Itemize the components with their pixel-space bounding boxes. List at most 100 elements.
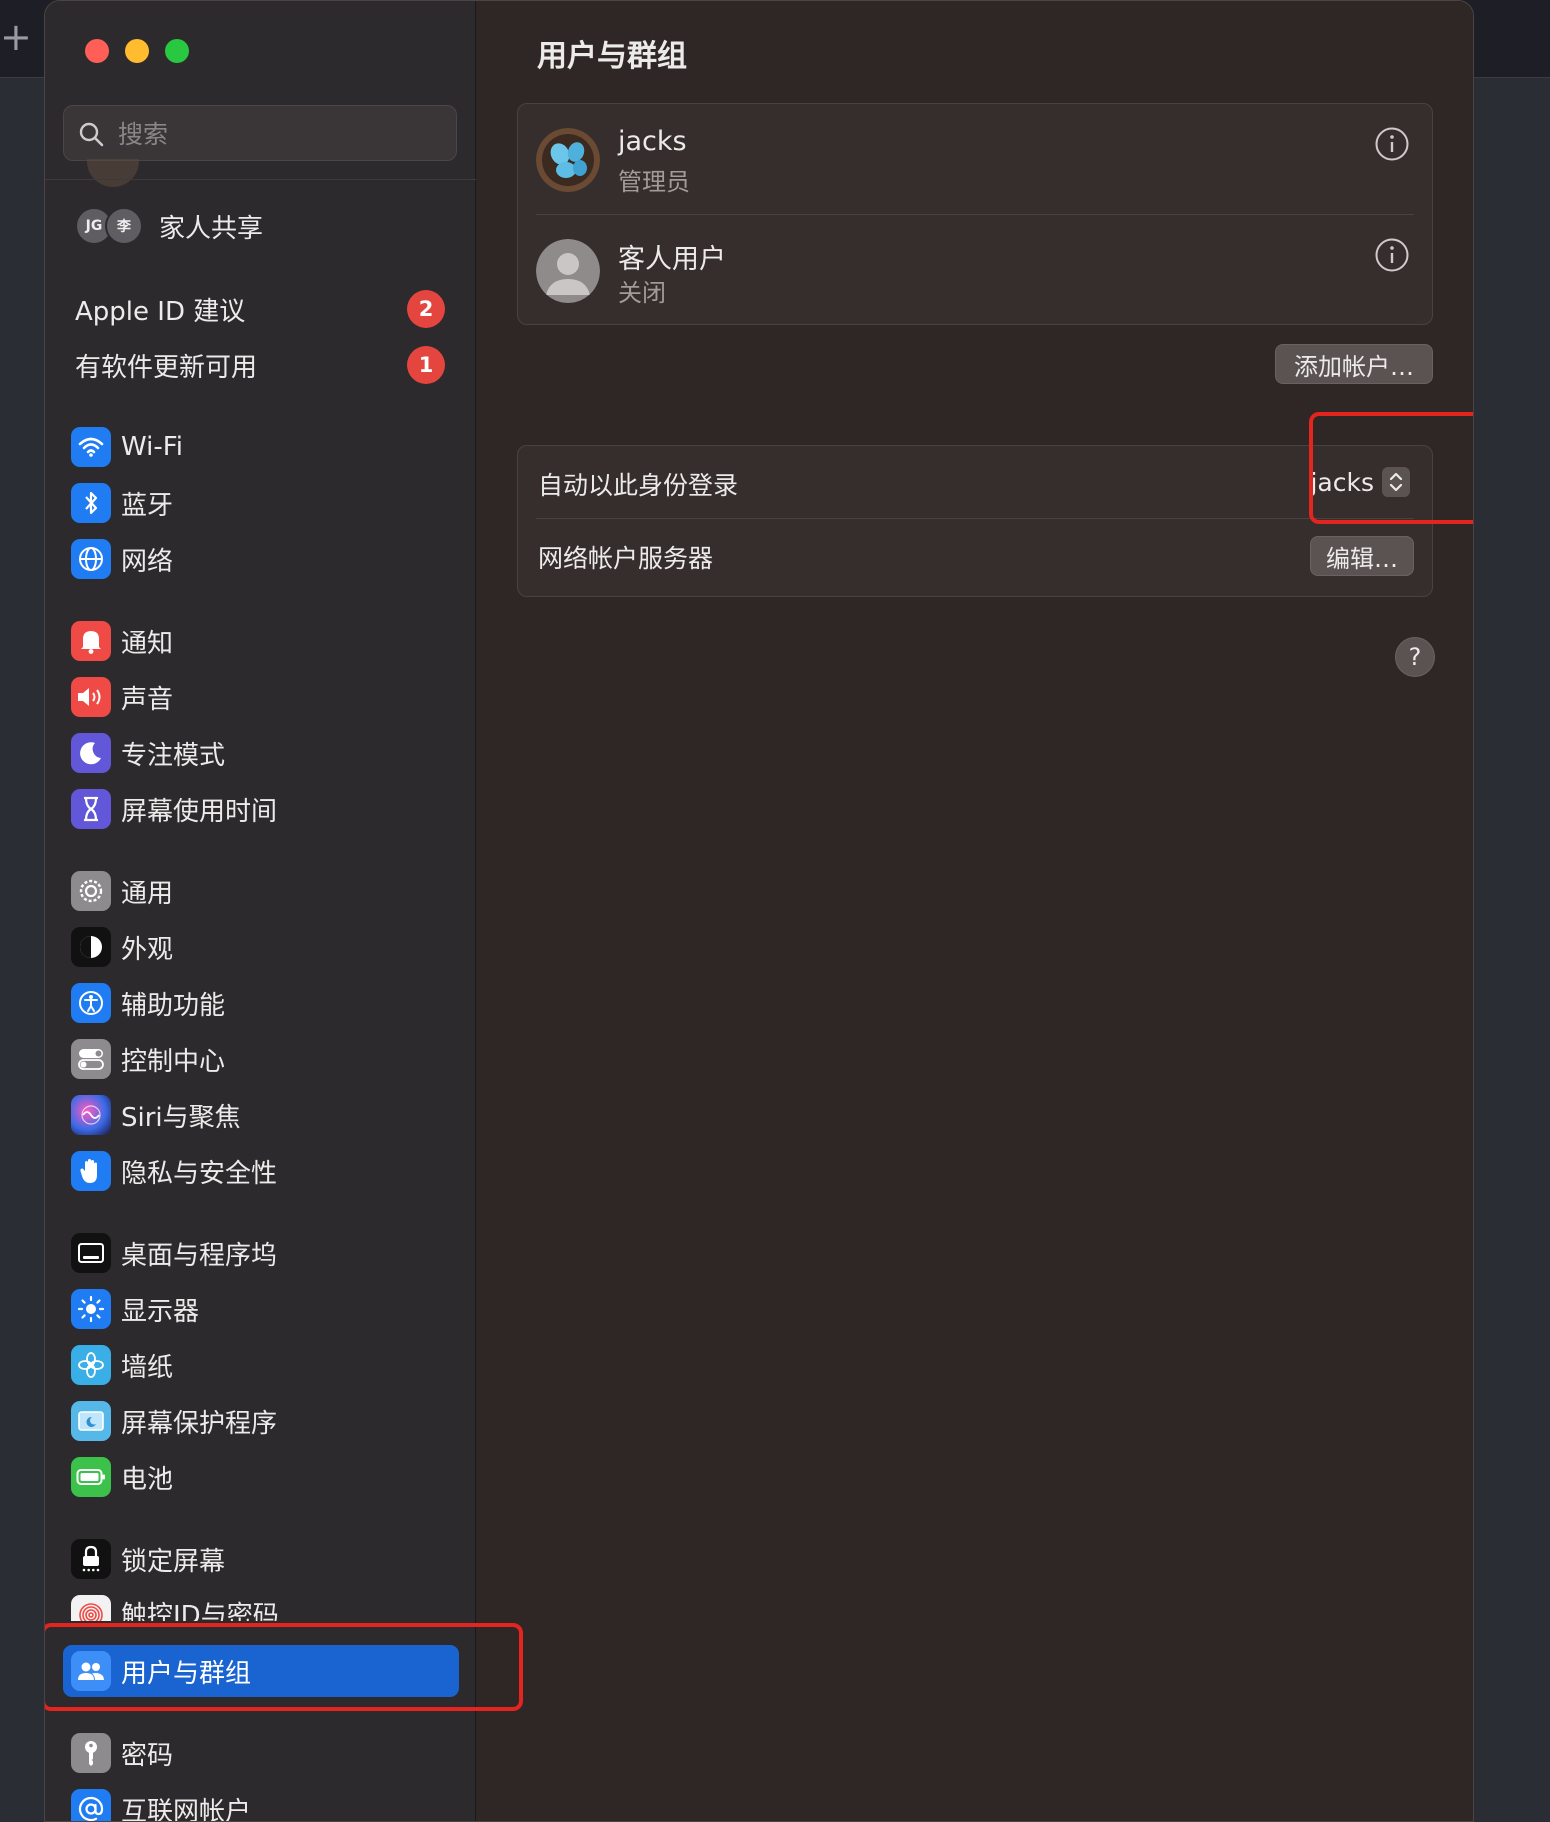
sidebar-item-label: Wi-Fi [121, 432, 184, 462]
bell-icon [71, 621, 111, 661]
auto-login-popup[interactable]: jacks [1310, 462, 1410, 502]
account-avatar[interactable] [87, 159, 139, 187]
user-row-admin[interactable]: jacks 管理员 [518, 104, 1432, 214]
sidebar-item-siri-spotlight[interactable]: Siri与聚焦 [63, 1089, 459, 1141]
plus-icon[interactable]: + [0, 18, 32, 56]
minimize-button[interactable] [125, 39, 149, 63]
auto-login-value: jacks [1310, 467, 1374, 497]
page-title: 用户与群组 [537, 39, 687, 74]
auto-login-label: 自动以此身份登录 [538, 471, 739, 500]
sidebar-item-label: 电池 [121, 1464, 174, 1495]
speaker-icon [71, 677, 111, 717]
user-name: jacks [618, 126, 687, 157]
sidebar-item-internet-accounts[interactable]: 互联网帐户 [63, 1783, 459, 1822]
sidebar-item-bluetooth[interactable]: 蓝牙 [63, 477, 459, 529]
sidebar-item-desktop-dock[interactable]: 桌面与程序坞 [63, 1227, 459, 1279]
sidebar: JG 李 家人共享 Apple ID 建议 2 有软件更新可用 1 Wi-Fi … [45, 1, 476, 1821]
sidebar-item-label: 家人共享 [159, 213, 264, 244]
sidebar-item-label: 屏幕使用时间 [121, 796, 278, 827]
sidebar-item-software-update[interactable]: 有软件更新可用 1 [75, 341, 445, 389]
moon-icon [71, 733, 111, 773]
sidebar-item-notifications[interactable]: 通知 [63, 615, 459, 667]
info-icon[interactable] [1374, 126, 1410, 162]
user-name: 客人用户 [618, 244, 726, 275]
sidebar-item-label: 外观 [121, 934, 174, 965]
sidebar-item-label: 触控ID与密码 [121, 1601, 279, 1621]
sidebar-item-label: 显示器 [121, 1296, 200, 1327]
sidebar-item-displays[interactable]: 显示器 [63, 1283, 459, 1335]
help-button[interactable]: ? [1395, 637, 1435, 677]
sidebar-item-lock-screen[interactable]: 锁定屏幕 [63, 1533, 459, 1585]
sidebar-item-focus[interactable]: 专注模式 [63, 727, 459, 779]
fingerprint-icon [71, 1595, 111, 1621]
user-role: 管理员 [618, 168, 690, 196]
accessibility-icon [71, 983, 111, 1023]
sidebar-item-label: Siri与聚焦 [121, 1102, 241, 1133]
family-avatar: 李 [105, 207, 143, 245]
screensaver-icon [71, 1401, 111, 1441]
sidebar-item-network[interactable]: 网络 [63, 533, 459, 585]
users-icon [71, 1651, 111, 1691]
sidebar-item-label: 锁定屏幕 [121, 1546, 226, 1577]
sidebar-item-accessibility[interactable]: 辅助功能 [63, 977, 459, 1029]
battery-icon [71, 1457, 111, 1497]
sidebar-item-label: 隐私与安全性 [121, 1158, 278, 1189]
network-server-row: 网络帐户服务器 编辑… [518, 519, 1432, 597]
sidebar-item-label: 蓝牙 [121, 490, 174, 521]
sidebar-item-users-groups[interactable]: 用户与群组 [63, 1645, 459, 1697]
sidebar-item-label: 密码 [121, 1740, 174, 1771]
sun-icon [71, 1289, 111, 1329]
sidebar-item-apple-id-suggestions[interactable]: Apple ID 建议 2 [75, 285, 445, 333]
sidebar-item-general[interactable]: 通用 [63, 865, 459, 917]
sidebar-item-wallpaper[interactable]: 墙纸 [63, 1339, 459, 1391]
sidebar-item-sound[interactable]: 声音 [63, 671, 459, 723]
sidebar-item-label: 控制中心 [121, 1046, 226, 1077]
system-settings-window: JG 李 家人共享 Apple ID 建议 2 有软件更新可用 1 Wi-Fi … [44, 0, 1474, 1822]
search-field[interactable] [63, 105, 457, 161]
sidebar-item-label: 声音 [121, 684, 174, 715]
add-account-button[interactable]: 添加帐户… [1275, 344, 1433, 384]
notification-badge: 2 [407, 290, 445, 328]
zoom-button[interactable] [165, 39, 189, 63]
sidebar-item-label: 互联网帐户 [121, 1796, 252, 1822]
users-list: jacks 管理员 客人用户 关闭 [517, 103, 1433, 325]
sidebar-item-passwords[interactable]: 密码 [63, 1727, 459, 1779]
sidebar-item-label: 辅助功能 [121, 990, 226, 1021]
sidebar-divider [45, 179, 476, 180]
toggles-icon [71, 1039, 111, 1079]
bluetooth-icon [71, 483, 111, 523]
user-row-guest[interactable]: 客人用户 关闭 [518, 215, 1432, 325]
sidebar-item-screen-time[interactable]: 屏幕使用时间 [63, 783, 459, 835]
key-icon [71, 1733, 111, 1773]
at-icon [71, 1789, 111, 1821]
generic-user-avatar [536, 239, 600, 303]
search-input[interactable] [118, 114, 438, 154]
auto-login-row: 自动以此身份登录 jacks [518, 446, 1432, 518]
sidebar-item-touch-id-password[interactable]: 触控ID与密码 [63, 1589, 459, 1621]
login-settings: 自动以此身份登录 jacks 网络帐户服务器 编辑… [517, 445, 1433, 597]
wifi-icon [71, 427, 111, 467]
bird-eggs-avatar [536, 128, 600, 192]
close-button[interactable] [85, 39, 109, 63]
notification-badge: 1 [407, 346, 445, 384]
info-icon[interactable] [1374, 237, 1410, 273]
sidebar-item-privacy-security[interactable]: 隐私与安全性 [63, 1145, 459, 1197]
search-icon [79, 122, 104, 147]
edit-button[interactable]: 编辑… [1310, 536, 1414, 576]
hand-icon [71, 1151, 111, 1191]
sidebar-item-screen-saver[interactable]: 屏幕保护程序 [63, 1395, 459, 1447]
user-role: 关闭 [618, 279, 666, 307]
content-pane: 用户与群组 jacks 管理员 客人用户 关闭 添加帐户… 自动以此身份登录 j… [477, 1, 1473, 1821]
sidebar-item-label: 通知 [121, 628, 174, 659]
sidebar-item-label: Apple ID 建议 [75, 296, 246, 327]
sidebar-item-label: 墙纸 [121, 1352, 174, 1383]
sidebar-item-family-sharing[interactable]: JG 李 家人共享 [75, 204, 263, 248]
sidebar-item-wifi[interactable]: Wi-Fi [63, 421, 459, 473]
sidebar-item-control-center[interactable]: 控制中心 [63, 1033, 459, 1085]
appearance-icon [71, 927, 111, 967]
network-server-label: 网络帐户服务器 [538, 544, 714, 573]
sidebar-item-battery[interactable]: 电池 [63, 1451, 459, 1503]
sidebar-item-appearance[interactable]: 外观 [63, 921, 459, 973]
sidebar-item-label: 通用 [121, 878, 174, 909]
flower-icon [71, 1345, 111, 1385]
